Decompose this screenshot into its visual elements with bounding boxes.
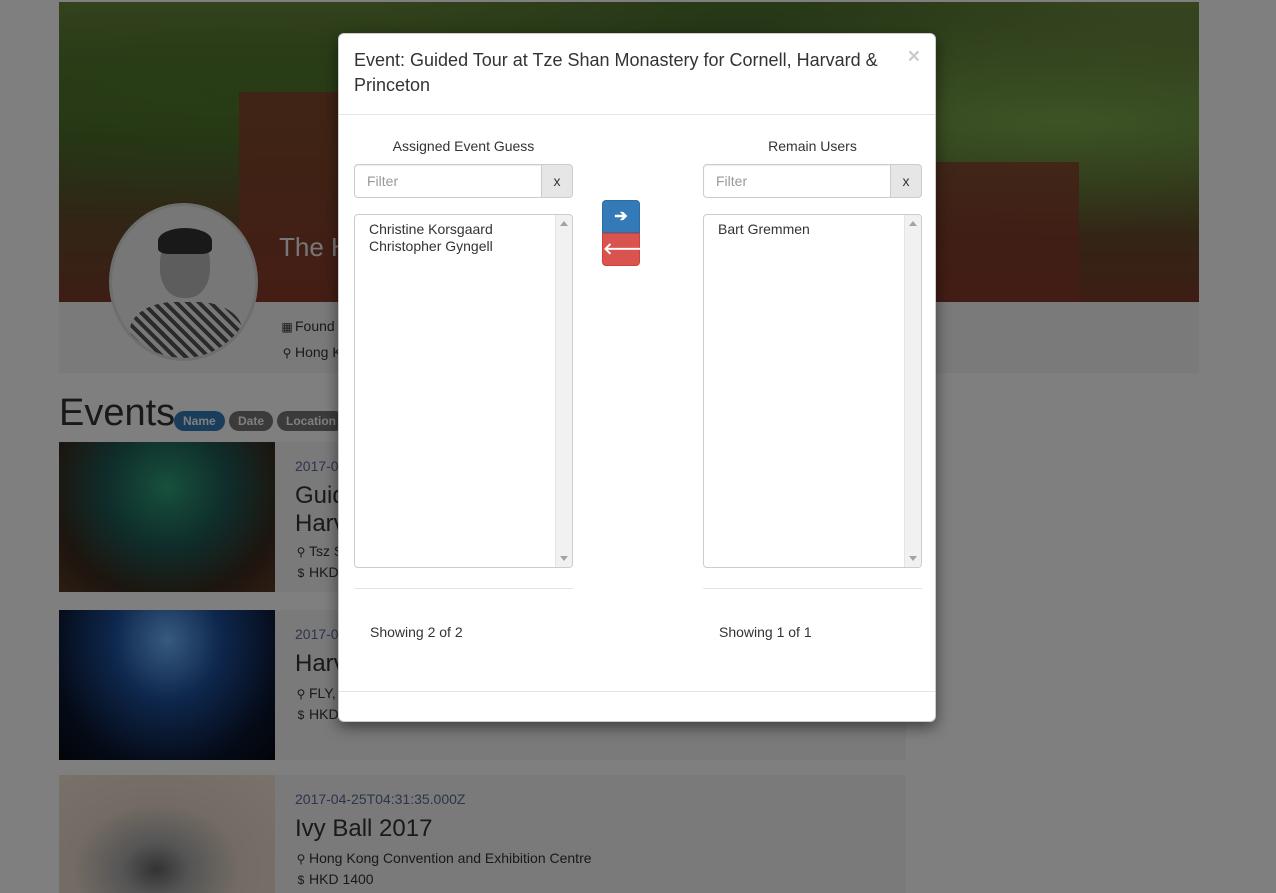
- remain-users-title: Remain Users: [768, 138, 857, 154]
- remain-users-items: Bart Gremmen: [718, 221, 810, 238]
- assign-guests-modal: Event: Guided Tour at Tze Shan Monastery…: [338, 33, 936, 722]
- remain-users-listbox[interactable]: Bart Gremmen: [703, 214, 922, 568]
- assigned-guests-listbox[interactable]: Christine Korsgaard Christopher Gyngell: [354, 214, 573, 568]
- scroll-down-icon[interactable]: [560, 556, 568, 561]
- divider: [703, 588, 922, 589]
- move-left-button[interactable]: 🡐: [602, 233, 646, 266]
- scroll-up-icon[interactable]: [560, 221, 568, 226]
- list-option[interactable]: Bart Gremmen: [718, 221, 810, 238]
- remain-filter-input[interactable]: [703, 164, 891, 198]
- list-option[interactable]: Christine Korsgaard: [369, 221, 493, 238]
- list-option[interactable]: Christopher Gyngell: [369, 238, 493, 255]
- modal-title: Event: Guided Tour at Tze Shan Monastery…: [354, 50, 878, 95]
- remain-listbox-scrollbar[interactable]: [904, 215, 921, 567]
- assigned-guests-title: Assigned Event Guess: [392, 138, 535, 154]
- assigned-guests-items: Christine Korsgaard Christopher Gyngell: [369, 221, 493, 255]
- arrow-right-icon: ➔: [614, 208, 628, 225]
- assigned-filter-input[interactable]: [354, 164, 542, 198]
- assigned-count-status: Showing 2 of 2: [370, 624, 463, 640]
- assigned-filter-group: x: [354, 164, 573, 198]
- scroll-up-icon[interactable]: [909, 221, 917, 226]
- remain-count-status: Showing 1 of 1: [719, 624, 812, 640]
- close-icon[interactable]: ×: [908, 46, 920, 67]
- divider: [354, 588, 573, 589]
- modal-footer-divider: [339, 691, 935, 692]
- arrow-left-icon: 🡐: [603, 241, 646, 258]
- modal-header: Event: Guided Tour at Tze Shan Monastery…: [339, 34, 935, 115]
- assigned-listbox-scrollbar[interactable]: [555, 215, 572, 567]
- remain-filter-clear-button[interactable]: x: [890, 164, 922, 198]
- scroll-down-icon[interactable]: [909, 556, 917, 561]
- assigned-filter-clear-button[interactable]: x: [541, 164, 573, 198]
- remain-filter-group: x: [703, 164, 922, 198]
- move-right-button[interactable]: ➔: [602, 200, 640, 233]
